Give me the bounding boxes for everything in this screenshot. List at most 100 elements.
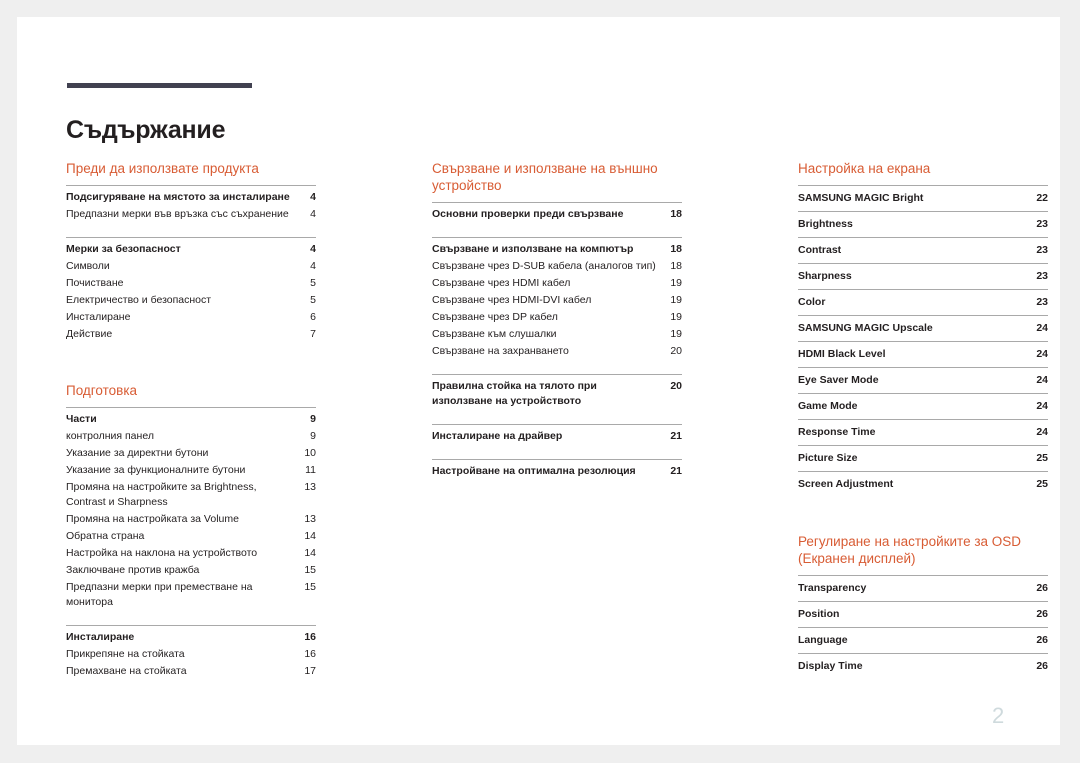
toc-section: Настройка на екрана SAMSUNG MAGIC Bright 2… [798,160,1048,497]
toc-entry[interactable]: HDMI Black Level 24 [798,342,1048,367]
toc-entry[interactable]: Свързване и използване на компютър 18 [432,241,682,258]
toc-entry[interactable]: Свързване чрез HDMI-DVI кабел 19 [432,292,682,309]
toc-entry[interactable]: Действие 7 [66,326,316,343]
toc-entry[interactable]: Предпазни мерки при преместване на монит… [66,579,316,611]
toc-entry-label: Символи [66,260,110,272]
toc-group: HDMI Black Level 24 [798,341,1048,367]
toc-entry-page: 20 [670,380,682,392]
toc-group: Language 26 [798,627,1048,653]
toc-entry-page: 18 [670,243,682,255]
toc-entry-page: 25 [1036,478,1048,490]
document-page: Съдържание Преди да използвате продукта П… [17,17,1060,745]
toc-entry-page: 24 [1036,400,1048,412]
toc-group: Sharpness 23 [798,263,1048,289]
toc-entry[interactable]: Настройка на наклона на устройството 14 [66,545,316,562]
toc-entry-label: Премахване на стойката [66,665,187,677]
toc-entry[interactable]: SAMSUNG MAGIC Bright 22 [798,186,1048,211]
toc-entry[interactable]: Промяна на настройката за Volume 13 [66,511,316,528]
toc-entry-page: 19 [670,311,682,323]
toc-group: Transparency 26 [798,575,1048,601]
toc-entry[interactable]: Свързване на захранването 20 [432,343,682,360]
toc-entry[interactable]: Указание за директни бутони 10 [66,445,316,462]
toc-entry[interactable]: Указание за функционалните бутони 11 [66,462,316,479]
toc-entry[interactable]: Електричество и безопасност 5 [66,292,316,309]
toc-entry[interactable]: Символи 4 [66,258,316,275]
toc-entry-page: 26 [1036,660,1048,672]
toc-entry[interactable]: Position 26 [798,602,1048,627]
toc-entry-label: Picture Size [798,452,858,464]
toc-entry[interactable]: SAMSUNG MAGIC Upscale 24 [798,316,1048,341]
toc-entry[interactable]: Response Time 24 [798,420,1048,445]
toc-entry-label: Указание за функционалните бутони [66,464,246,476]
toc-entry[interactable]: Промяна на настройките за Brightness, Co… [66,479,316,511]
toc-entry[interactable]: Screen Adjustment 25 [798,472,1048,497]
toc-entry-label: Свързване и използване на компютър [432,243,634,255]
toc-entry[interactable]: Настройване на оптимална резолюция 21 [432,463,682,480]
toc-entry-label: Свързване на захранването [432,345,569,357]
toc-group: Свързване и използване на компютър 18 Свър… [432,237,682,363]
toc-entry-page: 4 [310,208,316,220]
toc-entry-page: 19 [670,294,682,306]
toc-entry[interactable]: Заключване против кражба 15 [66,562,316,579]
toc-entry[interactable]: Picture Size 25 [798,446,1048,471]
toc-group: Display Time 26 [798,653,1048,679]
toc-entry-page: 24 [1036,374,1048,386]
toc-entry[interactable]: Свързване чрез D-SUB кабела (аналогов ти… [432,258,682,275]
toc-entry[interactable]: контролния панел 9 [66,428,316,445]
toc-entry-label: Display Time [798,660,863,672]
toc-entry-label: Инсталиране на драйвер [432,430,563,442]
toc-column-middle: Свързване и използване на външно устройс… [432,160,682,683]
toc-entry-label: Eye Saver Mode [798,374,879,386]
toc-entry-label: Screen Adjustment [798,478,894,490]
toc-entry-page: 22 [1036,192,1048,204]
toc-entry-page: 24 [1036,348,1048,360]
toc-entry[interactable]: Правилна стойка на тялото при използване… [432,378,682,410]
toc-section: Свързване и използване на външно устройс… [432,160,682,483]
toc-entry-page: 9 [310,430,316,442]
toc-group: Eye Saver Mode 24 [798,367,1048,393]
toc-entry[interactable]: Eye Saver Mode 24 [798,368,1048,393]
toc-entry[interactable]: Color 23 [798,290,1048,315]
toc-entry[interactable]: Мерки за безопасност 4 [66,241,316,258]
toc-entry[interactable]: Свързване чрез DP кабел 19 [432,309,682,326]
toc-group: Picture Size 25 [798,445,1048,471]
toc-entry[interactable]: Game Mode 24 [798,394,1048,419]
toc-entry-label: контролния панел [66,430,154,442]
toc-entry[interactable]: Основни проверки преди свързване 18 [432,206,682,223]
toc-entry-label: Части [66,413,97,425]
toc-entry[interactable]: Части 9 [66,411,316,428]
toc-entry[interactable]: Прикрепяне на стойката 16 [66,646,316,663]
toc-group: Position 26 [798,601,1048,627]
toc-entry[interactable]: Премахване на стойката 17 [66,663,316,680]
toc-entry-page: 21 [670,430,682,442]
toc-entry[interactable]: Инсталиране на драйвер 21 [432,428,682,445]
toc-entry[interactable]: Подсигуряване на мястото за инсталиране 4 [66,189,316,206]
toc-entry[interactable]: Brightness 23 [798,212,1048,237]
toc-entry[interactable]: Обратна страна 14 [66,528,316,545]
toc-entry[interactable]: Инсталиране 16 [66,629,316,646]
toc-entry-page: 19 [670,277,682,289]
toc-entry-page: 24 [1036,426,1048,438]
toc-entry[interactable]: Свързване чрез HDMI кабел 19 [432,275,682,292]
toc-entry[interactable]: Contrast 23 [798,238,1048,263]
toc-entry-label: Правилна стойка на тялото при използване… [432,380,597,407]
toc-entry[interactable]: Language 26 [798,628,1048,653]
toc-entry[interactable]: Почистване 5 [66,275,316,292]
toc-entry-label: Настройка на наклона на устройството [66,547,258,559]
toc-section-heading: Регулиране на настройките за OSD (Екране… [798,534,1022,566]
toc-entry[interactable]: Transparency 26 [798,576,1048,601]
toc-section: Преди да използвате продукта Подсигуряван… [66,160,316,346]
toc-entry[interactable]: Инсталиране 6 [66,309,316,326]
toc-entry[interactable]: Display Time 26 [798,654,1048,679]
toc-entry[interactable]: Sharpness 23 [798,264,1048,289]
toc-entry-label: Свързване чрез HDMI-DVI кабел [432,294,592,306]
toc-section-heading: Свързване и използване на външно устройс… [432,161,658,193]
toc-group: SAMSUNG MAGIC Upscale 24 [798,315,1048,341]
toc-entry[interactable]: Предпазни мерки във връзка със съхранени… [66,206,316,223]
toc-entry[interactable]: Свързване към слушалки 19 [432,326,682,343]
